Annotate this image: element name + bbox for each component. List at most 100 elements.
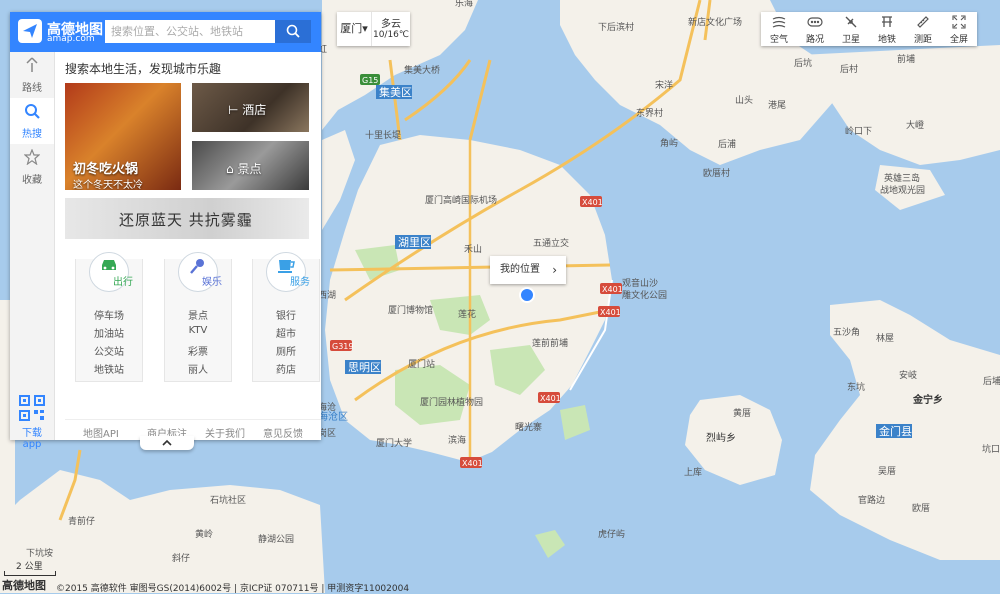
chevron-right-icon: › [552,263,557,277]
nav-label-route: 路线 [22,83,42,94]
svg-text:G15: G15 [362,76,378,85]
amap-logo[interactable]: 高德地图 amap.com [18,19,106,45]
svg-text:静湖公园: 静湖公园 [258,533,294,545]
card-hotpot-subtitle: 这个冬天不太冷 [73,180,143,190]
tool-subway[interactable]: 地铁 [869,12,905,46]
card-scenic[interactable]: ⌂ 景点 [192,141,309,190]
category-service-link-4[interactable]: 药店 [253,361,319,376]
svg-text:雕文化公园: 雕文化公园 [622,289,667,301]
my-location-popup[interactable]: 我的位置 › [490,256,566,284]
category-service-link-3[interactable]: 厕所 [253,343,319,358]
svg-text:东界村: 东界村 [636,107,663,119]
nav-item-route[interactable]: 路线 [10,52,54,98]
cup-icon [278,260,295,273]
svg-text:曙光寨: 曙光寨 [515,421,542,433]
bed-icon: ⊢ [228,103,243,117]
logo-mark-icon [18,19,42,43]
footer-link-about[interactable]: 关于我们 [205,425,245,440]
city-selector[interactable]: 厦门▾ [337,12,372,46]
satellite-icon [833,12,869,32]
svg-text:英雄三岛: 英雄三岛 [884,172,920,184]
tool-ruler[interactable]: 测距 [905,12,941,46]
svg-text:厦门站: 厦门站 [408,358,435,370]
copyright-text: ©2015 高德软件 审图号GS(2014)6002号 | 京ICP证 0707… [56,584,410,594]
svg-text:后坑: 后坑 [794,57,812,69]
footer-link-map-api[interactable]: 地图API [83,425,119,440]
category-entertainment-link-1[interactable]: 景点 [165,307,231,322]
svg-text:后埔: 后埔 [983,375,1000,387]
category-travel-link-1[interactable]: 停车场 [76,307,142,322]
weather-widget: 厦门▾ 多云 10/16℃ [337,12,410,46]
svg-text:思明区: 思明区 [348,361,381,374]
category-travel-link-2[interactable]: 加油站 [76,325,142,340]
category-service: 服务 银行 超市 厕所 药店 [252,252,320,382]
ruler-icon [905,12,941,32]
svg-text:石坑社区: 石坑社区 [210,494,246,506]
car-icon [102,260,116,270]
svg-text:X401: X401 [600,308,621,317]
side-nav: 路线 热搜 收藏 下载app [10,52,55,450]
tool-satellite[interactable]: 卫星 [833,12,869,46]
svg-text:莲花: 莲花 [458,308,476,320]
category-entertainment-link-3[interactable]: 彩票 [165,343,231,358]
svg-text:角屿: 角屿 [660,137,678,149]
svg-text:金宁乡: 金宁乡 [912,393,943,406]
svg-text:欧厝: 欧厝 [912,502,930,514]
card-hotpot[interactable]: 初冬吃火锅 这个冬天不太冷 [65,83,181,190]
download-app-button[interactable]: 下载app [14,395,50,450]
category-travel-link-3[interactable]: 公交站 [76,343,142,358]
svg-text:港尾: 港尾 [768,99,786,111]
category-entertainment-icon-button[interactable]: 娱乐 [178,252,222,292]
category-entertainment-link-4[interactable]: 丽人 [165,361,231,376]
bottom-logo[interactable]: 高德地图 [2,577,46,593]
svg-text:X401: X401 [602,285,623,294]
tool-fullscreen[interactable]: 全屏 [941,12,977,46]
tool-satellite-label: 卫星 [841,35,860,45]
svg-text:吴厝: 吴厝 [878,466,896,477]
nav-label-hot-search: 热搜 [22,129,42,140]
svg-text:十里长堤: 十里长堤 [365,129,401,141]
category-service-link-2[interactable]: 超市 [253,325,319,340]
svg-text:黄厝: 黄厝 [733,407,751,419]
svg-text:官路边: 官路边 [858,494,885,506]
svg-text:湖里区: 湖里区 [398,236,431,249]
nav-item-hot-search[interactable]: 热搜 [10,98,54,144]
svg-text:后村: 后村 [840,63,858,75]
category-entertainment-link-2[interactable]: KTV [165,325,231,336]
card-hotel[interactable]: ⊢ 酒店 [192,83,309,132]
air-icon [761,12,797,32]
search-button[interactable] [275,20,311,43]
panel-header: 高德地图 amap.com [10,12,321,52]
card-hotpot-title: 初冬吃火锅 [73,162,139,177]
category-travel-link-4[interactable]: 地铁站 [76,361,142,376]
card-scenic-title: ⌂ 景点 [226,162,262,176]
download-app-label: 下载app [22,428,42,450]
category-travel: 出行 停车场 加油站 公交站 地铁站 [75,252,143,382]
category-entertainment-name: 娱乐 [202,277,222,288]
microphone-icon [190,259,204,274]
svg-text:青前仔: 青前仔 [68,515,95,527]
tool-traffic-label: 路况 [805,35,824,45]
category-service-icon-button[interactable]: 服务 [266,252,310,292]
nav-item-favorites[interactable]: 收藏 [10,144,54,190]
category-travel-icon-button[interactable]: 出行 [89,252,133,292]
svg-text:山头: 山头 [735,95,753,106]
footer-link-feedback[interactable]: 意见反馈 [263,425,303,440]
svg-text:滨海: 滨海 [448,434,466,446]
tool-air[interactable]: 空气 [761,12,797,46]
card-smog-banner[interactable]: 还原蓝天 共抗雾霾 [65,198,309,239]
subway-icon [869,12,905,32]
svg-text:金门县: 金门县 [879,424,912,438]
svg-text:斜仔: 斜仔 [172,552,190,564]
logo-subtext: amap.com [47,34,95,44]
svg-text:宋洋: 宋洋 [655,79,673,91]
svg-text:X401: X401 [462,459,483,468]
search-icon [286,24,300,38]
search-input[interactable] [105,20,275,43]
svg-text:厦门园林植物园: 厦门园林植物园 [420,396,483,408]
category-service-link-1[interactable]: 银行 [253,307,319,322]
panel-collapse-button[interactable] [140,436,194,450]
tool-traffic[interactable]: 路况 [797,12,833,46]
svg-text:禾山: 禾山 [464,244,482,255]
svg-text:虎仔屿: 虎仔屿 [598,528,625,540]
